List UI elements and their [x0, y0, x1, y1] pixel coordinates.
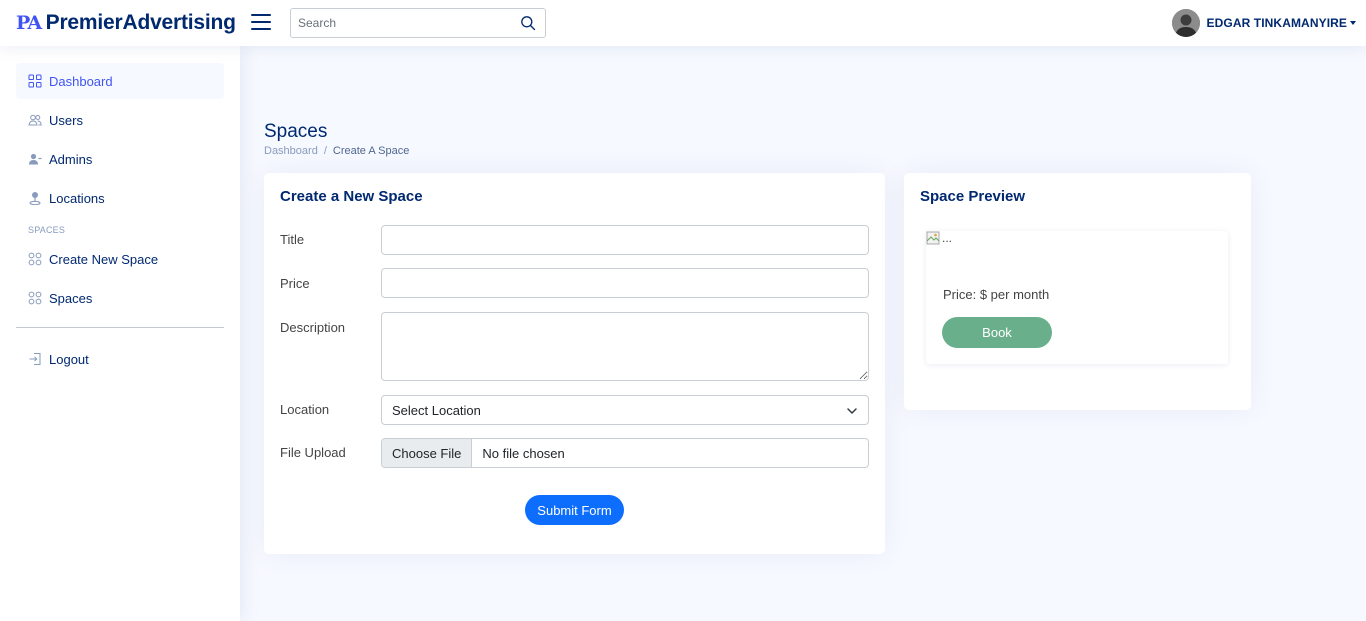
- preview-title: Space Preview: [920, 188, 1026, 205]
- broken-image-icon: [926, 231, 940, 245]
- location-person-icon: [29, 192, 41, 205]
- preview-price: Price: $ per month: [943, 287, 1050, 302]
- logo-text: PremierAdvertising: [45, 11, 236, 34]
- image-alt-text: ...: [942, 231, 953, 245]
- logout-icon: [29, 353, 41, 365]
- top-header: PA PremierAdvertising EDGAR TINKAMANYIRE: [0, 0, 1366, 46]
- sidebar-item-locations[interactable]: Locations: [16, 180, 224, 216]
- logo[interactable]: PA PremierAdvertising: [16, 10, 236, 36]
- preview-space-card: ... Price: $ per month Book: [926, 231, 1228, 364]
- search-bar: [290, 8, 546, 38]
- description-textarea[interactable]: [381, 312, 869, 381]
- sidebar-item-label: Create New Space: [49, 251, 159, 267]
- sidebar-item-users[interactable]: Users: [16, 102, 224, 138]
- sidebar-item-spaces[interactable]: Spaces: [16, 280, 224, 316]
- breadcrumb: Dashboard / Create A Space: [264, 145, 409, 157]
- sidebar-section-heading: SPACES: [28, 225, 66, 235]
- breadcrumb-separator: /: [323, 145, 327, 157]
- space-image: ...: [926, 231, 952, 245]
- file-status: No file chosen: [482, 445, 565, 461]
- location-select[interactable]: Select Location: [381, 395, 869, 425]
- breadcrumb-current: Create A Space: [332, 145, 410, 157]
- chevron-down-icon: [847, 408, 857, 414]
- price-input[interactable]: [381, 268, 869, 298]
- admin-icon: [28, 153, 42, 165]
- location-label: Location: [280, 402, 330, 417]
- sidebar-item-label: Admins: [49, 151, 93, 167]
- page-title: Spaces: [264, 121, 328, 142]
- sidebar-item-label: Locations: [49, 190, 105, 206]
- sidebar-divider: [16, 327, 224, 328]
- sidebar-item-admins[interactable]: Admins: [16, 141, 224, 177]
- file-upload-label: File Upload: [280, 445, 346, 460]
- sidebar-item-label: Logout: [49, 351, 89, 367]
- search-icon[interactable]: [520, 15, 536, 31]
- price-label: Price: [280, 276, 310, 291]
- users-icon: [28, 114, 42, 126]
- sidebar-item-label: Spaces: [49, 290, 93, 306]
- breadcrumb-dashboard-link[interactable]: Dashboard: [264, 145, 318, 157]
- form-title: Create a New Space: [280, 188, 423, 205]
- description-label: Description: [280, 320, 346, 335]
- sidebar-item-logout[interactable]: Logout: [16, 341, 224, 377]
- submit-form-button[interactable]: Submit Form: [525, 495, 624, 525]
- caret-down-icon: [1350, 21, 1356, 25]
- grid-icon: [28, 74, 42, 88]
- create-space-card: Create a New Space Title Price Descripti…: [264, 173, 885, 554]
- file-upload-input[interactable]: Choose File No file chosen: [381, 438, 869, 468]
- title-label: Title: [280, 232, 305, 247]
- menu-toggle-icon[interactable]: [251, 12, 271, 32]
- title-input[interactable]: [381, 225, 869, 255]
- profile-name: EDGAR TINKAMANYIRE: [1206, 16, 1347, 30]
- logo-mark: PA: [16, 12, 42, 34]
- location-selected-value: Select Location: [392, 402, 481, 418]
- sidebar: Dashboard Users Admins Locations SPACES: [0, 46, 240, 621]
- space-preview-card: Space Preview ... Price: $ per month Boo…: [904, 173, 1251, 410]
- sidebar-item-label: Dashboard: [49, 73, 113, 89]
- circles-grid-icon: [28, 291, 42, 305]
- sidebar-item-label: Users: [49, 112, 83, 128]
- book-button[interactable]: Book: [942, 317, 1052, 348]
- circles-grid-icon: [28, 252, 42, 266]
- search-input[interactable]: [291, 9, 517, 37]
- profile-dropdown[interactable]: EDGAR TINKAMANYIRE: [1171, 9, 1356, 37]
- sidebar-item-dashboard[interactable]: Dashboard: [16, 63, 224, 99]
- avatar: [1171, 9, 1200, 37]
- choose-file-button[interactable]: Choose File: [382, 439, 473, 467]
- sidebar-item-create-new-space[interactable]: Create New Space: [16, 241, 224, 277]
